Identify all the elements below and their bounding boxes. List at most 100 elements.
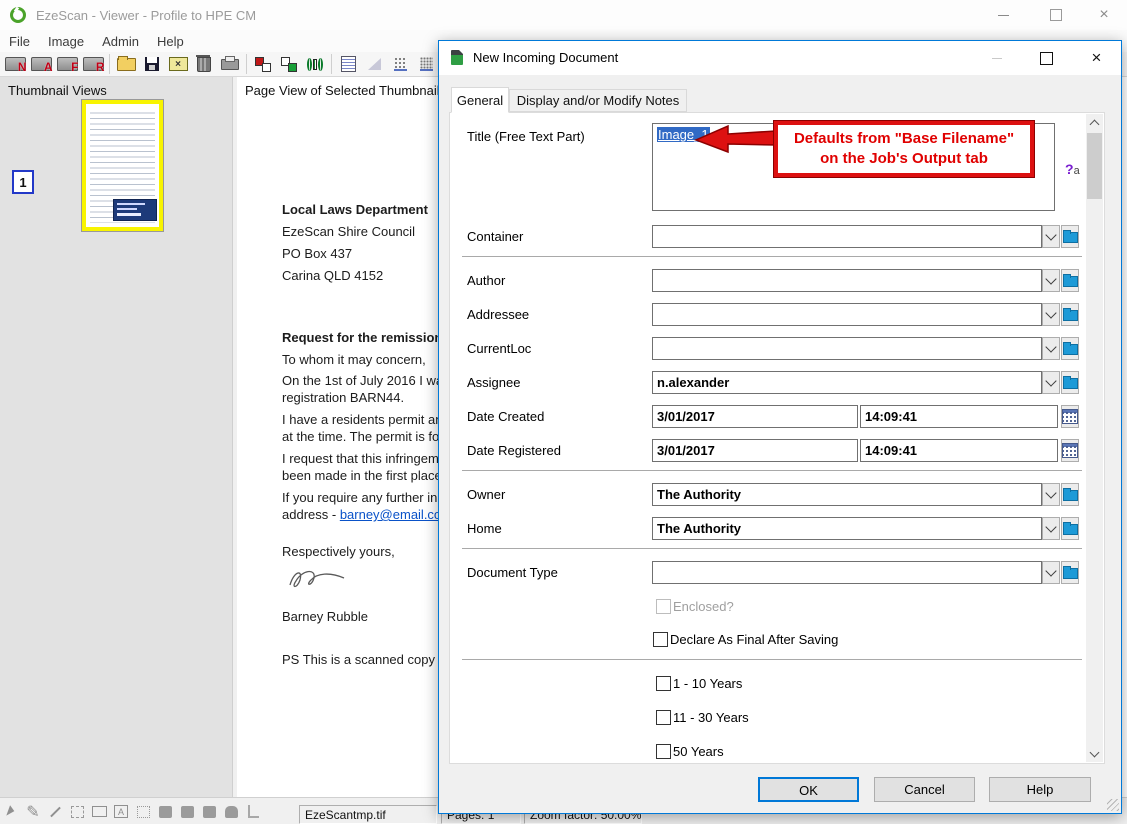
cancel-button[interactable]: Cancel [874, 777, 975, 802]
owner-dropdown-button[interactable] [1042, 483, 1060, 506]
home-browse-button[interactable] [1061, 517, 1079, 540]
line-tool-icon[interactable] [44, 803, 66, 821]
letter-department: Local Laws Department [282, 201, 428, 218]
ok-button[interactable]: OK [758, 777, 859, 802]
move-page-before-icon[interactable] [250, 53, 276, 75]
addressee-input[interactable] [652, 303, 1042, 326]
window-maximize-button[interactable] [1033, 0, 1079, 30]
date-created-time-input[interactable] [860, 405, 1058, 428]
thumbnail-view-icon[interactable] [335, 53, 361, 75]
enclosed-checkbox [656, 599, 671, 614]
assignee-input[interactable] [652, 371, 1042, 394]
despeckle-all-icon[interactable] [413, 53, 439, 75]
currentloc-browse-button[interactable] [1061, 337, 1079, 360]
menu-image[interactable]: Image [39, 32, 93, 51]
container-input[interactable] [652, 225, 1042, 248]
retention-11-30-years-checkbox[interactable] [656, 710, 671, 725]
home-dropdown-button[interactable] [1042, 517, 1060, 540]
menu-help[interactable]: Help [148, 32, 193, 51]
scrollbar-down-button[interactable] [1086, 745, 1103, 762]
currentloc-dropdown-button[interactable] [1042, 337, 1060, 360]
toolbar-separator [109, 54, 110, 74]
stamp-1-tool-icon[interactable] [154, 803, 176, 821]
text-annotation-tool-icon[interactable]: A [110, 803, 132, 821]
retention-1-10-years-checkbox[interactable] [656, 676, 671, 691]
window-close-button[interactable]: × [1081, 0, 1127, 30]
date-created-calendar-button[interactable] [1061, 405, 1079, 428]
author-dropdown-button[interactable] [1042, 269, 1060, 292]
container-browse-button[interactable] [1061, 225, 1079, 248]
window-minimize-button[interactable] [980, 0, 1026, 30]
assignee-dropdown-button[interactable] [1042, 371, 1060, 394]
print-icon[interactable] [217, 53, 243, 75]
dialog-titlebar: New Incoming Document × [439, 41, 1121, 75]
currentloc-input[interactable] [652, 337, 1042, 360]
separator [462, 659, 1082, 660]
deskew-icon[interactable] [361, 53, 387, 75]
move-page-after-icon[interactable] [276, 53, 302, 75]
page-number-badge: 1 [12, 170, 34, 194]
dialog-resize-grip[interactable] [1107, 799, 1119, 811]
home-input[interactable] [652, 517, 1042, 540]
menu-admin[interactable]: Admin [93, 32, 148, 51]
owner-input[interactable] [652, 483, 1042, 506]
scrollbar-up-button[interactable] [1086, 114, 1103, 131]
delete-page-icon[interactable] [191, 53, 217, 75]
verify-text-icon[interactable]: ?a [1065, 161, 1080, 177]
hand-pan-tool-icon[interactable] [220, 803, 242, 821]
author-input[interactable] [652, 269, 1042, 292]
author-browse-button[interactable] [1061, 269, 1079, 292]
dialog-close-button[interactable]: × [1074, 43, 1119, 73]
enclosed-checkbox-label: Enclosed? [673, 599, 734, 614]
dialog-scrollbar[interactable] [1086, 114, 1103, 762]
document-type-browse-button[interactable] [1061, 561, 1079, 584]
declare-final-checkbox[interactable] [653, 632, 668, 647]
declare-final-checkbox-label: Declare As Final After Saving [670, 632, 838, 647]
tab-display-modify-notes[interactable]: Display and/or Modify Notes [509, 89, 687, 112]
freehand-select-tool-icon[interactable] [66, 803, 88, 821]
open-file-icon[interactable] [113, 53, 139, 75]
ezescan-logo-icon [10, 7, 26, 23]
stamp-2-tool-icon[interactable] [176, 803, 198, 821]
scan-insert-icon[interactable]: F [54, 53, 80, 75]
stamp-3-tool-icon[interactable] [198, 803, 220, 821]
separator [462, 548, 1082, 549]
tab-general[interactable]: General [451, 87, 509, 113]
page-thumbnail[interactable] [82, 100, 163, 231]
help-button[interactable]: Help [989, 777, 1091, 802]
despeckle-icon[interactable] [387, 53, 413, 75]
addressee-dropdown-button[interactable] [1042, 303, 1060, 326]
document-type-input[interactable] [652, 561, 1042, 584]
letter-line: I have a residents permit an [282, 411, 442, 428]
retention-50-years-checkbox[interactable] [656, 744, 671, 759]
scan-rescan-icon[interactable]: R [80, 53, 106, 75]
pen-tool-icon[interactable]: ✎ [22, 803, 44, 821]
addressee-field-label: Addressee [467, 307, 529, 322]
dialog-minimize-button[interactable] [974, 43, 1019, 73]
ruler-tool-icon[interactable] [242, 803, 264, 821]
letter-line: If you require any further in [282, 489, 437, 506]
owner-browse-button[interactable] [1061, 483, 1079, 506]
date-registered-time-input[interactable] [860, 439, 1058, 462]
rectangle-tool-icon[interactable] [88, 803, 110, 821]
dialog-maximize-button[interactable] [1024, 43, 1069, 73]
close-file-icon[interactable]: × [165, 53, 191, 75]
date-registered-date-input[interactable] [652, 439, 858, 462]
pointer-tool-icon[interactable] [0, 803, 22, 821]
rotate-page-icon[interactable] [302, 53, 328, 75]
container-dropdown-button[interactable] [1042, 225, 1060, 248]
assignee-browse-button[interactable] [1061, 371, 1079, 394]
retention-1-10-years-label: 1 - 10 Years [673, 676, 742, 691]
document-type-dropdown-button[interactable] [1042, 561, 1060, 584]
date-created-date-input[interactable] [652, 405, 858, 428]
scan-append-icon[interactable]: A [28, 53, 54, 75]
date-registered-calendar-button[interactable] [1061, 439, 1079, 462]
menu-file[interactable]: File [0, 32, 39, 51]
close-icon: × [1099, 6, 1108, 24]
redaction-tool-icon[interactable] [132, 803, 154, 821]
letter-po-box: PO Box 437 [282, 245, 352, 262]
scrollbar-thumb[interactable] [1087, 133, 1102, 199]
scan-new-icon[interactable]: N [2, 53, 28, 75]
addressee-browse-button[interactable] [1061, 303, 1079, 326]
save-file-icon[interactable] [139, 53, 165, 75]
